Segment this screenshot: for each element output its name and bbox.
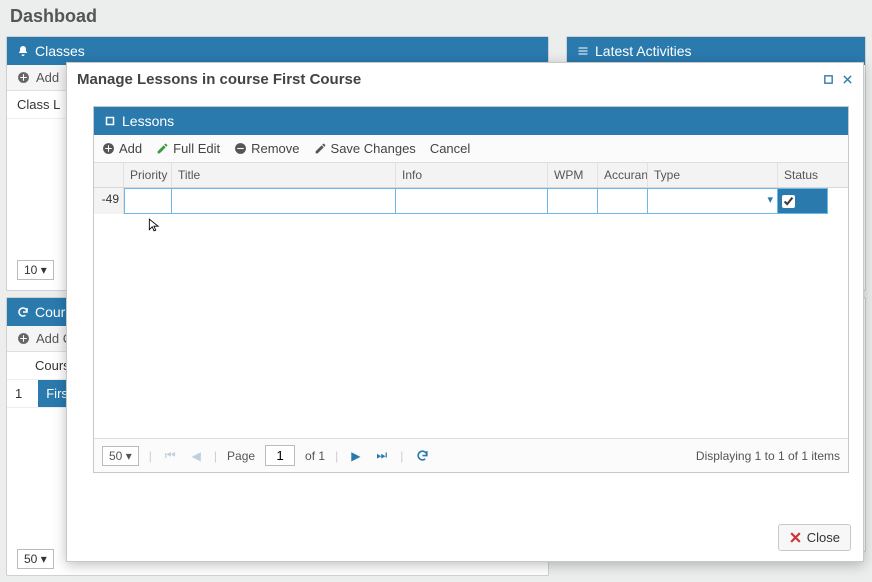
col-priority[interactable]: Priority (124, 163, 172, 187)
add-button[interactable]: Add (102, 141, 142, 156)
grid-paging: 50 ▾ | ⏮ ◀ | Page of 1 | ▶ ⏭ | Displa (94, 438, 848, 472)
page-input[interactable] (265, 445, 295, 466)
pencil-icon (314, 142, 327, 155)
save-changes-button[interactable]: Save Changes (314, 141, 416, 156)
stop-icon (104, 115, 116, 127)
paging-size-select[interactable]: 50 ▾ (102, 446, 139, 466)
first-page-button[interactable]: ⏮ (162, 448, 179, 463)
cell-accuracy[interactable] (598, 188, 648, 214)
close-x-icon (789, 531, 802, 544)
close-button[interactable]: Close (778, 524, 851, 551)
col-wpm[interactable]: WPM (548, 163, 598, 187)
cancel-button[interactable]: Cancel (430, 141, 470, 156)
refresh-button[interactable] (413, 449, 432, 462)
col-accuracy[interactable]: Accuran (598, 163, 648, 187)
remove-button[interactable]: Remove (234, 141, 299, 156)
col-checkbox (94, 163, 124, 187)
prev-page-button[interactable]: ◀ (189, 449, 204, 463)
grid-header: Priority Title Info WPM Accuran Type Sta… (94, 163, 848, 188)
lessons-subheader: Lessons (94, 107, 848, 135)
cell-info[interactable] (396, 188, 548, 214)
row-priority-label: -49 (94, 188, 124, 214)
col-type[interactable]: Type (648, 163, 778, 187)
paging-summary: Displaying 1 to 1 of 1 items (696, 449, 840, 463)
lessons-toolbar: Add Full Edit Remove Save Changes Cancel (94, 135, 848, 163)
minus-circle-icon (234, 142, 247, 155)
cell-wpm[interactable] (548, 188, 598, 214)
cell-title[interactable] (172, 188, 396, 214)
page-label: Page (227, 449, 255, 463)
lessons-title: Lessons (122, 113, 174, 129)
lessons-grid: Priority Title Info WPM Accuran Type Sta… (94, 163, 848, 438)
last-page-button[interactable]: ⏭ (373, 448, 390, 463)
chevron-down-icon: ▾ (767, 193, 773, 206)
full-edit-button[interactable]: Full Edit (156, 141, 220, 156)
modal-title-text: Manage Lessons in course First Course (77, 71, 361, 88)
cell-priority[interactable] (124, 188, 172, 214)
pencil-icon (156, 142, 169, 155)
table-row[interactable]: -49 ▾ (94, 188, 848, 214)
cell-type-dropdown[interactable]: ▾ (648, 188, 778, 214)
manage-lessons-modal: Manage Lessons in course First Course Le… (66, 62, 864, 562)
maximize-icon[interactable] (823, 74, 834, 85)
page-of: of 1 (305, 449, 325, 463)
next-page-button[interactable]: ▶ (348, 449, 363, 463)
col-title[interactable]: Title (172, 163, 396, 187)
close-icon[interactable] (842, 74, 853, 85)
status-checkbox[interactable] (782, 195, 795, 208)
col-info[interactable]: Info (396, 163, 548, 187)
plus-circle-icon (102, 142, 115, 155)
col-status[interactable]: Status (778, 163, 828, 187)
lessons-subpanel: Lessons Add Full Edit Remove Save Chan (93, 106, 849, 473)
cell-status[interactable] (778, 188, 828, 214)
